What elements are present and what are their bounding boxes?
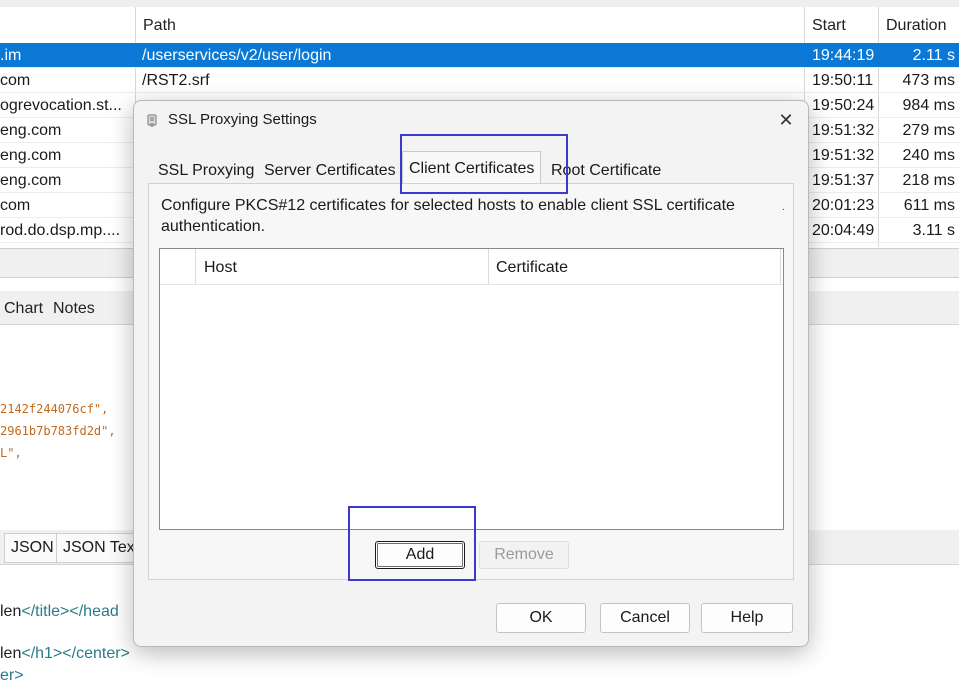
tab-client-certificates[interactable]: Client Certificates (402, 151, 542, 185)
session-path-cell: /userservices/v2/user/login (142, 47, 332, 64)
html-text: len (0, 603, 22, 620)
session-start-cell: 20:01:23 (812, 197, 875, 214)
html-tag: </h1></center> (21, 645, 130, 662)
html-source-line: er> (0, 667, 24, 685)
session-duration-cell: 240 ms (902, 147, 955, 164)
session-start-cell: 19:51:37 (812, 172, 875, 189)
session-host-cell: rod.do.dsp.mp.... (0, 222, 121, 239)
session-duration-cell: 3.11 s (912, 222, 955, 239)
session-duration-cell: 279 ms (902, 122, 955, 139)
certificate-icon (147, 114, 157, 127)
ok-button[interactable]: OK (496, 603, 586, 633)
column-header-certificate[interactable]: Certificate (496, 249, 776, 284)
code-line: 2961b7b783fd2d", (0, 424, 116, 438)
session-duration-cell: 984 ms (902, 97, 955, 114)
session-row[interactable]: .im/userservices/v2/user/login 19:44:19 2.… (0, 43, 959, 68)
cancel-button[interactable]: Cancel (600, 603, 690, 633)
tab-ssl-proxying[interactable]: SSL Proxying (158, 155, 254, 184)
session-host-cell: com (0, 72, 31, 89)
html-source-line: len</title></head (0, 603, 119, 621)
html-source-line: len</h1></center> (0, 645, 130, 663)
tab-chart[interactable]: Chart (0, 291, 47, 324)
column-header-host[interactable]: Host (204, 249, 484, 284)
panel-description: Configure PKCS#12 certificates for selec… (161, 197, 735, 235)
dialog-title: SSL Proxying Settings (168, 111, 317, 128)
session-table-header: Path Start Duration (0, 7, 959, 44)
column-header-path[interactable]: Path (135, 7, 805, 43)
session-duration-cell: 473 ms (902, 72, 955, 89)
table-header: Host Certificate (160, 249, 783, 285)
ssl-proxying-settings-dialog: SSL Proxying Settings ✕ SSL Proxying Ser… (133, 100, 809, 647)
code-line: 2142f244076cf", (0, 402, 109, 416)
session-path-cell: /RST2.srf (142, 72, 210, 89)
session-host-cell: com (0, 197, 31, 214)
html-text: len (0, 645, 22, 662)
html-tag: </title></head (21, 603, 119, 620)
close-icon[interactable]: ✕ (774, 109, 798, 131)
window-top-strip (0, 0, 959, 7)
remove-button[interactable]: Remove (479, 541, 569, 569)
tab-notes[interactable]: Notes (49, 291, 99, 324)
session-start-cell: 19:44:19 (812, 47, 875, 64)
session-host-cell: .im (0, 47, 22, 64)
session-host-cell: eng.com (0, 147, 62, 164)
session-duration-cell: 2.11 s (912, 47, 955, 64)
help-button[interactable]: Help (701, 603, 793, 633)
session-start-cell: 20:04:49 (812, 222, 875, 239)
tab-server-certificates[interactable]: Server Certificates (264, 155, 396, 184)
column-divider (488, 249, 489, 284)
session-duration-cell: 611 ms (903, 197, 955, 214)
session-duration-cell: 218 ms (902, 172, 955, 189)
html-tag: er> (0, 667, 24, 684)
session-start-cell: 19:50:11 (812, 72, 874, 89)
client-certificates-table[interactable]: Host Certificate (159, 248, 784, 530)
session-row[interactable]: com/RST2.srf 19:50:11 473 ms (0, 68, 959, 93)
session-host-cell: eng.com (0, 172, 62, 189)
session-start-cell: 19:51:32 (812, 147, 875, 164)
column-divider (195, 249, 196, 284)
session-host-cell: eng.com (0, 122, 62, 139)
tab-json-text[interactable]: JSON Tex (56, 533, 141, 563)
column-divider (780, 249, 781, 284)
column-header-duration[interactable]: Duration (878, 7, 959, 43)
session-host-cell: ogrevocation.st... (0, 97, 122, 114)
client-certificates-panel: Configure PKCS#12 certificates for selec… (148, 183, 794, 580)
code-line: L", (0, 446, 22, 460)
session-start-cell: 19:51:32 (812, 122, 875, 139)
tab-json[interactable]: JSON (4, 533, 61, 563)
add-button[interactable]: Add (375, 541, 465, 569)
scroll-indicator: . (782, 202, 785, 213)
session-start-cell: 19:50:24 (812, 97, 875, 114)
tab-root-certificate[interactable]: Root Certificate (551, 155, 661, 184)
column-header-start[interactable]: Start (804, 7, 878, 43)
